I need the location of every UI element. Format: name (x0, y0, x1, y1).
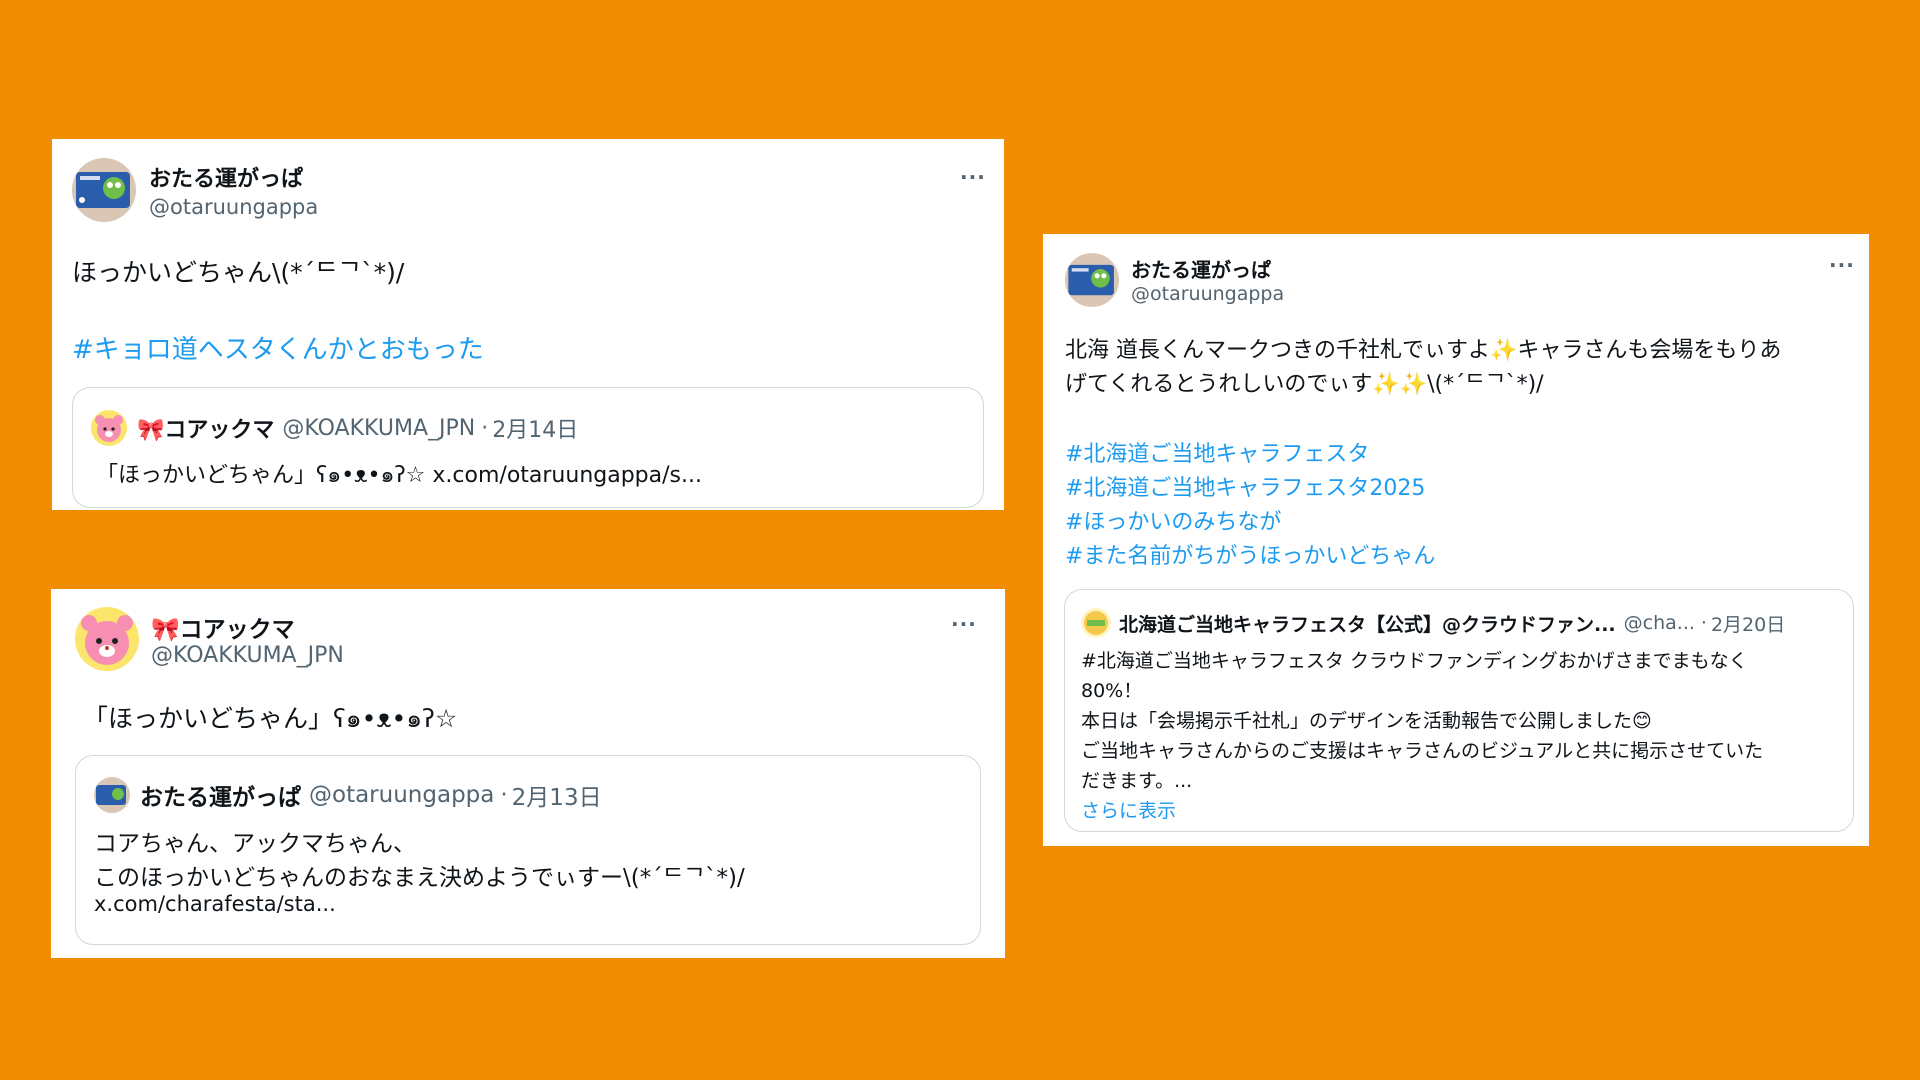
user-handle[interactable]: @KOAKKUMA_JPN (151, 643, 344, 668)
quoted-date[interactable]: 2月20日 (1711, 610, 1785, 637)
quoted-tweet-text-line: #北海道ご当地キャラフェスタ クラウドファンディングおかげさまでまもなく (1081, 650, 1748, 672)
tweet-text-line: げてくれるとうれしいのでぃす✨✨\(*´ᄃᄀ`*)/ (1065, 372, 1544, 397)
quoted-handle[interactable]: @KOAKKUMA_JPN (282, 416, 475, 441)
quoted-tweet[interactable]: おたる運がっぱ @otaruungappa · 2月13日 コアちゃん、アックマ… (75, 755, 981, 945)
tweet-card-otaruungappa-1[interactable]: おたる運がっぱ @otaruungappa ··· ほっかいどちゃん\(*´ᄃᄀ… (52, 139, 1004, 510)
show-more-link[interactable]: さらに表示 (1081, 796, 1176, 823)
user-handle[interactable]: @otaruungappa (1131, 283, 1284, 305)
display-name[interactable]: おたる運がっぱ (1131, 254, 1271, 283)
quoted-tweet[interactable]: 🎀コアックマ @KOAKKUMA_JPN · 2月14日 「ほっかいどちゃん」ʕ… (72, 387, 984, 508)
quoted-date[interactable]: 2月13日 (512, 778, 602, 812)
user-handle[interactable]: @otaruungappa (149, 195, 318, 219)
quoted-tweet-text-line: コアちゃん、アックマちゃん、 (94, 831, 416, 857)
quoted-tweet-text: 「ほっかいどちゃん」ʕ๑•ᴥ•๑ʔ☆ x.com/otaruungappa/s.… (96, 463, 702, 488)
avatar[interactable] (91, 410, 127, 446)
tweet-text: 「ほっかいどちゃん」ʕ๑•ᴥ•๑ʔ☆ (83, 704, 458, 733)
hashtag-link[interactable]: #ほっかいのみちなが (1065, 504, 1281, 536)
hashtag-link[interactable]: #また名前がちがうほっかいどちゃん (1065, 538, 1435, 570)
quoted-display-name[interactable]: 北海道ご当地キャラフェスタ【公式】@クラウドファン... (1119, 610, 1616, 637)
tweet-text: ほっかいどちゃん\(*´ᄃᄀ`*)/ (72, 258, 405, 287)
quoted-tweet-header: 北海道ご当地キャラフェスタ【公式】@クラウドファン... @cha... · 2… (1081, 608, 1785, 638)
quoted-tweet-text-line: 80%！ (1081, 680, 1143, 702)
avatar[interactable] (75, 607, 139, 671)
tweet-card-otaruungappa-2[interactable]: おたる運がっぱ @otaruungappa ··· 北海 道長くんマークつきの千… (1043, 234, 1869, 846)
avatar[interactable] (72, 158, 136, 222)
hashtag-link[interactable]: #北海道ご当地キャラフェスタ2025 (1065, 470, 1425, 502)
quoted-tweet-header: 🎀コアックマ @KOAKKUMA_JPN · 2月14日 (91, 410, 578, 446)
quoted-display-name[interactable]: 🎀コアックマ (137, 412, 274, 444)
display-name[interactable]: 🎀コアックマ (151, 610, 295, 644)
tweet-text-line: 北海 道長くんマークつきの千社札でぃすよ✨キャラさんも会場をもりあ (1065, 338, 1782, 363)
more-options-icon[interactable]: ··· (1829, 255, 1855, 275)
avatar[interactable] (1081, 608, 1111, 638)
separator-dot: · (500, 782, 508, 808)
quoted-handle[interactable]: @cha... (1624, 612, 1695, 634)
more-options-icon[interactable]: ··· (960, 167, 986, 187)
quoted-tweet-text-line: 本日は「会場掲示千社札」のデザインを活動報告で公開しました😊 (1081, 710, 1652, 732)
quoted-tweet-link[interactable]: x.com/charafesta/sta... (94, 892, 336, 916)
quoted-tweet-header: おたる運がっぱ @otaruungappa · 2月13日 (94, 777, 602, 813)
avatar[interactable] (94, 777, 130, 813)
separator-dot: · (481, 415, 489, 441)
avatar[interactable] (1065, 253, 1119, 307)
more-options-icon[interactable]: ··· (951, 614, 977, 634)
quoted-tweet[interactable]: 北海道ご当地キャラフェスタ【公式】@クラウドファン... @cha... · 2… (1064, 589, 1854, 832)
quoted-handle[interactable]: @otaruungappa (309, 782, 494, 808)
quoted-tweet-text-line: だきます。... (1081, 770, 1193, 792)
tweet-card-koakkuma[interactable]: 🎀コアックマ @KOAKKUMA_JPN ··· 「ほっかいどちゃん」ʕ๑•ᴥ•… (51, 589, 1005, 958)
hashtag-link[interactable]: #北海道ご当地キャラフェスタ (1065, 436, 1369, 468)
separator-dot: · (1700, 612, 1707, 634)
quoted-tweet-text-line: ご当地キャラさんからのご支援はキャラさんのビジュアルと共に掲示させていた (1081, 740, 1764, 762)
quoted-tweet-text-line: このほっかいどちゃんのおなまえ決めようでぃすー\(*´ᄃᄀ`*)/ (94, 865, 745, 891)
quoted-date[interactable]: 2月14日 (492, 412, 578, 444)
quoted-display-name[interactable]: おたる運がっぱ (140, 778, 301, 812)
hashtag-link[interactable]: #キョロ道ヘスタくんかとおもった (72, 329, 484, 366)
display-name[interactable]: おたる運がっぱ (149, 161, 303, 193)
